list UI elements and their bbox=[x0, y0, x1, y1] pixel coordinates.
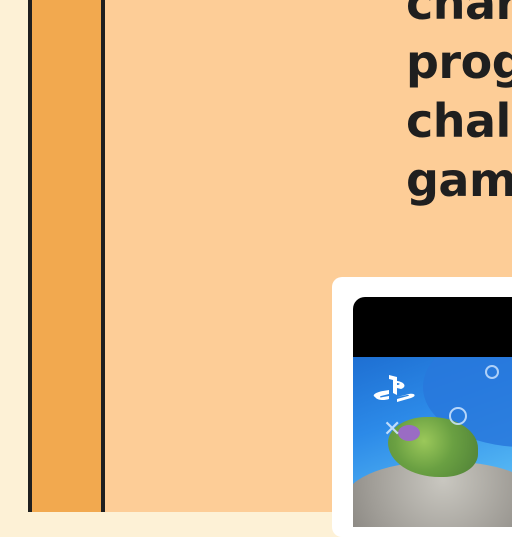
left-rail bbox=[28, 0, 105, 512]
headline-line-4: gam bbox=[406, 153, 512, 207]
headline-line-2: prog bbox=[406, 35, 512, 89]
video-thumbnail[interactable]: ✕ bbox=[353, 357, 512, 527]
left-margin bbox=[0, 0, 28, 512]
headline-line-1: char bbox=[406, 0, 512, 30]
playstation-logo-icon bbox=[373, 375, 415, 402]
article-headline: char prog chall gam bbox=[406, 0, 512, 210]
cross-icon: ✕ bbox=[383, 417, 402, 442]
circle-icon bbox=[449, 407, 467, 425]
circle-icon bbox=[485, 365, 499, 379]
headline-line-3: chall bbox=[406, 94, 512, 148]
video-player[interactable]: ✕ bbox=[353, 297, 512, 527]
